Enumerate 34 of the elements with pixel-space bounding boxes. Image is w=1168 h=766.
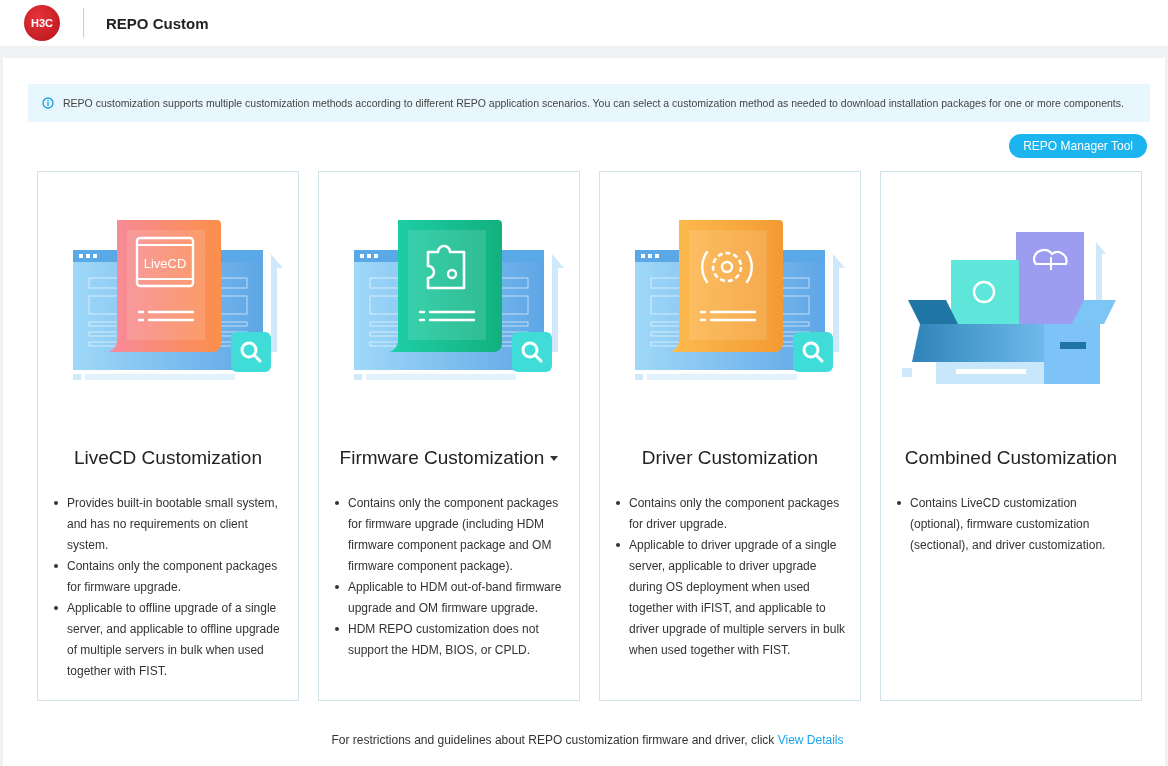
feature-text: Provides built-in bootable small system, and has no requirements on client system. <box>67 495 279 554</box>
bullet-icon <box>335 627 339 631</box>
bullet-icon <box>335 585 339 589</box>
card-title: LiveCD Customization <box>74 447 262 469</box>
card-title: Combined Customization <box>904 447 1118 469</box>
customization-card[interactable] <box>599 171 861 701</box>
bullet-icon <box>54 564 58 568</box>
repo-manager-tool-button[interactable]: REPO Manager Tool <box>1009 134 1147 158</box>
customization-card[interactable]: Combined Customization Contains LiveCD customization (optional), firmware customization (sectional), and driver customization. <box>880 171 1142 701</box>
card-title: Firmware Customization <box>339 447 545 469</box>
view-details-link[interactable]: View Details <box>777 733 844 747</box>
footer-note: For restrictions and guidelines about REPO customization firmware and driver, click View Details <box>330 733 845 747</box>
bullet-icon <box>616 543 620 547</box>
info-text: REPO customization supports multiple customization methods according to different REPO application scenarios. You can select a customization method as needed to download installation packages for one or more components. <box>63 97 1124 109</box>
caret-icon[interactable] <box>550 455 559 461</box>
feature-text: Applicable to HDM out-of-band firmware upgrade and OM firmware upgrade. <box>348 579 563 617</box>
bullet-icon <box>54 501 58 505</box>
feature-text: HDM REPO customization does not support the HDM, BIOS, or CPLD. <box>348 621 540 659</box>
info-icon <box>42 97 54 109</box>
bullet-icon <box>897 501 901 505</box>
bullet-icon <box>54 606 58 610</box>
feature-text: Contains only the component packages for firmware upgrade. <box>67 558 279 596</box>
customization-card[interactable] <box>37 171 299 701</box>
customization-card[interactable] <box>318 171 580 701</box>
feature-text: Applicable to driver upgrade of a single server, applicable to driver upgrade during OS deployment when used together with iFIST, and applicable to driver upgrade of multiple servers in bulk when used together with FIST. <box>629 537 847 659</box>
feature-text: Contains only the component packages for firmware upgrade (including HDM firmware component package and OM firmware component package). <box>348 495 560 575</box>
bullet-icon <box>335 501 339 505</box>
card-title: Driver Customization <box>641 447 819 469</box>
bullet-icon <box>616 501 620 505</box>
logo: H3C <box>24 5 60 41</box>
feature-text: Applicable to offline upgrade of a single server, and applicable to offline upgrade of multiple servers in bulk when used together with FIST. <box>67 600 281 680</box>
feature-text: Contains LiveCD customization (optional), firmware customization (sectional), and driver customization. <box>910 495 1107 554</box>
feature-text: Contains only the component packages for driver upgrade. <box>629 495 841 533</box>
page-title: REPO Custom <box>106 14 209 32</box>
